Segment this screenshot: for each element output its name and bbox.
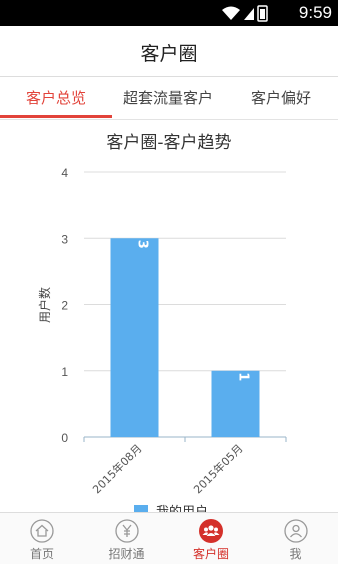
people-icon	[199, 519, 223, 543]
y-tick-label: 4	[61, 166, 68, 180]
bar-chart: 0 1 2 3 4 用户数 3 2015年08月 1 2015年05月我的用户	[37, 166, 287, 512]
yen-icon	[114, 519, 139, 543]
y-axis-label: 用户数	[37, 287, 52, 323]
bar	[110, 238, 159, 437]
chart-title: 客户圈-客户趋势	[106, 133, 232, 153]
legend-label: 我的用户	[156, 504, 208, 512]
y-tick-label: 3	[61, 232, 68, 246]
title-bar: 客户圈	[0, 26, 338, 77]
nav-customer-circle-label: 客户圈	[192, 547, 229, 561]
page-title: 客户圈	[140, 43, 198, 65]
nav-home-label: 首页	[29, 547, 54, 561]
bottom-nav: 首页 招财通 客户圈 我	[0, 512, 338, 564]
nav-zhaocaitong[interactable]: 招财通	[84, 513, 169, 564]
y-tick-label: 2	[61, 299, 68, 313]
bar	[211, 370, 260, 437]
tab-customer-preference[interactable]: 客户偏好	[224, 77, 338, 119]
nav-customer-circle[interactable]: 客户圈	[169, 513, 253, 564]
nav-home[interactable]: 首页	[0, 513, 84, 564]
tab-overquota-traffic[interactable]: 超套流量客户	[112, 77, 224, 119]
active-tab-indicator	[0, 115, 112, 118]
person-icon	[283, 519, 308, 543]
signal-icon	[222, 5, 268, 22]
tab-customer-overview[interactable]: 客户总览	[0, 77, 112, 119]
nav-me[interactable]: 我	[253, 513, 338, 564]
y-tick-label: 0	[61, 431, 68, 445]
status-bar: 9:59	[0, 0, 338, 26]
x-tick-label: 2015年05月	[190, 441, 245, 496]
bar-data-label: 3	[135, 240, 150, 249]
nav-me-label: 我	[289, 547, 302, 561]
y-tick-label: 1	[61, 365, 68, 379]
bar-data-label: 1	[236, 372, 251, 381]
x-tick-label: 2015年08月	[89, 441, 144, 496]
home-icon	[30, 519, 54, 543]
status-time: 9:59	[298, 3, 332, 22]
legend-swatch	[134, 505, 148, 512]
status-icons	[220, 4, 280, 26]
tab-bar: 客户总览 超套流量客户 客户偏好	[0, 77, 338, 120]
nav-zhaocaitong-label: 招财通	[108, 547, 145, 561]
